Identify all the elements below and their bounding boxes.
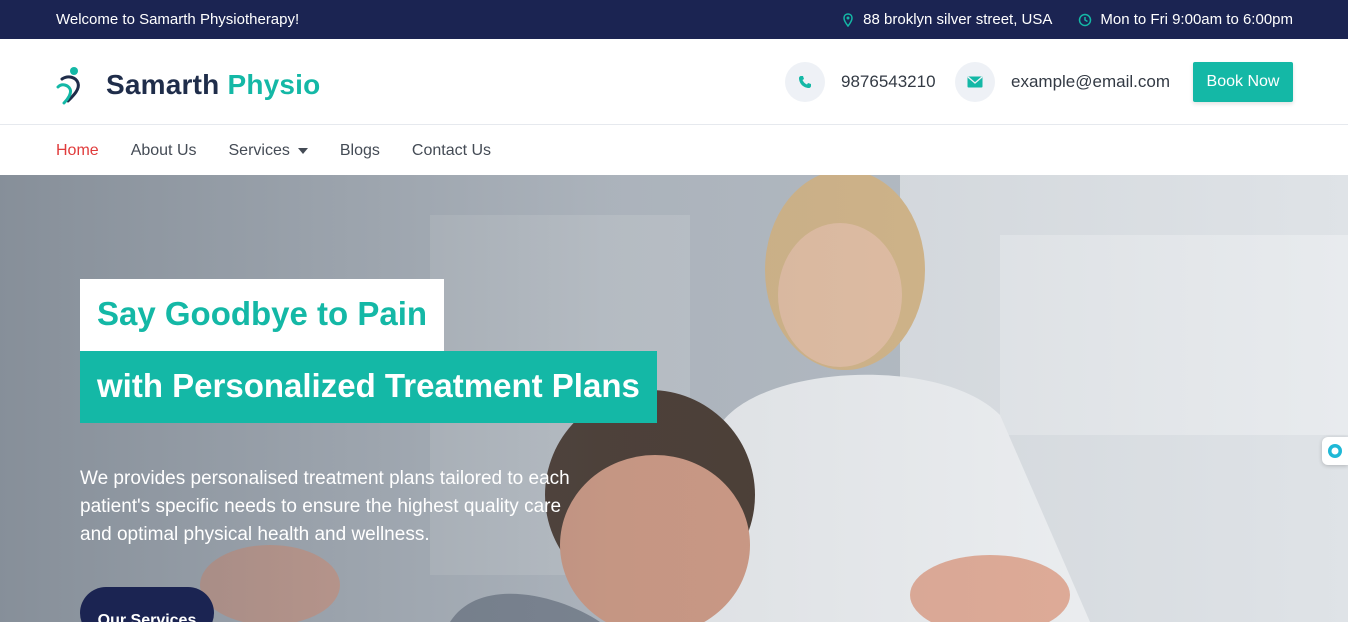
nav-item-services[interactable]: Services [229, 142, 308, 160]
phone-number: 9876543210 [841, 72, 936, 91]
site-logo[interactable]: Samarth Physio [54, 65, 320, 105]
phone-icon-circle [785, 62, 825, 102]
hero-description: We provides personalised treatment plans… [80, 468, 570, 545]
chat-widget-icon [1328, 444, 1342, 458]
nav-item-about-us[interactable]: About Us [131, 142, 197, 160]
top-info-bar: Welcome to Samarth Physiotherapy! 88 bro… [0, 0, 1348, 39]
nav-list: Home About Us Services Blogs Contact Us [56, 142, 491, 160]
nav-label: About Us [130, 142, 197, 159]
phone-icon [799, 76, 811, 88]
hours-text: Mon to Fri 9:00am to 6:00pm [1100, 11, 1293, 28]
nav-label: Blogs [339, 142, 380, 159]
header-email[interactable]: example@email.com [955, 62, 1170, 102]
chat-widget-button[interactable] [1322, 437, 1348, 465]
main-nav: Home About Us Services Blogs Contact Us [0, 125, 1348, 175]
site-header: Samarth Physio 9876543210 example@email.… [0, 39, 1348, 125]
nav-label: Home [56, 142, 99, 159]
hero-banner: Say Goodbye to Pain with Personalized Tr… [0, 175, 1348, 622]
nav-label: Contact Us [411, 142, 492, 159]
welcome-text: Welcome to Samarth Physiotherapy! [56, 11, 300, 28]
logo-accent: Physio [227, 69, 321, 100]
clock-icon [1079, 13, 1092, 26]
nav-item-home[interactable]: Home [56, 142, 99, 160]
nav-item-contact-us[interactable]: Contact Us [412, 142, 491, 160]
address-text: 88 broklyn silver street, USA [863, 11, 1053, 28]
logo-text: Samarth Physio [106, 69, 320, 101]
nav-label: Services [228, 142, 290, 159]
logo-person-icon [56, 67, 80, 105]
logo-primary: Samarth [106, 69, 220, 100]
caret-down-icon [297, 148, 308, 154]
hero-title-line-2: with Personalized Treatment Plans [80, 351, 657, 423]
our-services-button[interactable]: Our Services [80, 587, 214, 622]
location-pin-icon [843, 12, 853, 27]
top-info-right: 88 broklyn silver street, USA Mon to Fri… [841, 11, 1293, 28]
mail-icon-circle [955, 62, 995, 102]
hero-title-line-1: Say Goodbye to Pain [80, 279, 445, 351]
book-now-button[interactable]: Book Now [1193, 62, 1293, 102]
header-phone[interactable]: 9876543210 [785, 62, 936, 102]
mail-icon [967, 76, 983, 88]
nav-item-blogs[interactable]: Blogs [340, 142, 380, 160]
email-address: example@email.com [1011, 72, 1170, 91]
